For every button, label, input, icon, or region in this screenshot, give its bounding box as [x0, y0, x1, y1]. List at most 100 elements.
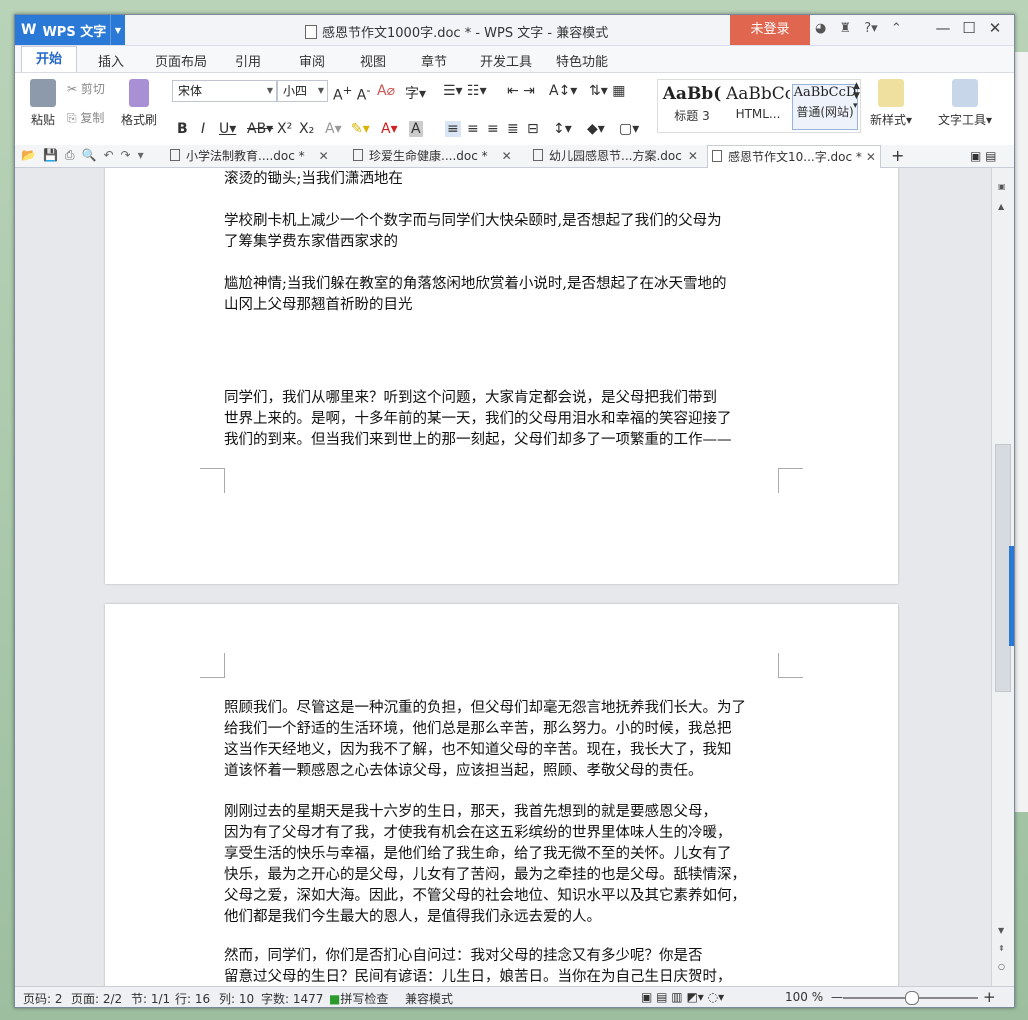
page2-para-2: 刚刚过去的星期天是我十六岁的生日，那天，我首先想到的就是要感恩父母， 因为有了父…	[224, 804, 746, 925]
doc-icon	[170, 149, 180, 161]
style-heading3[interactable]: AaBb(标题 3	[660, 84, 724, 128]
print-icon[interactable]: ⎙	[65, 148, 75, 162]
spell-check-button[interactable]: ■拼写检查	[329, 990, 388, 1007]
collapse-icon[interactable]: ⌃	[891, 21, 902, 36]
text-tools-button[interactable]: 文字工具▾	[935, 73, 995, 128]
minimize-icon[interactable]: —	[930, 19, 956, 37]
zoom-in-icon[interactable]: +	[983, 988, 996, 1006]
indent-icon[interactable]: ⇤ ⇥	[507, 83, 535, 99]
tab-references[interactable]: 引用	[235, 51, 261, 70]
scroll-up-icon[interactable]: ▲	[998, 202, 1004, 211]
tab-page-layout[interactable]: 页面布局	[155, 51, 207, 70]
chevron-down-icon[interactable]: ▼	[110, 15, 125, 45]
cut-button[interactable]: ✂ 剪切	[67, 80, 105, 97]
select-browse-icon[interactable]: ○	[998, 962, 1005, 971]
style-normal-web[interactable]: AaBbCcD 普通(网站)	[792, 84, 858, 130]
close-tab-icon[interactable]: ✕	[502, 149, 512, 163]
new-style-button[interactable]: 新样式▾	[867, 73, 915, 128]
doc-tab-2[interactable]: 珍爱生命健康....doc * ✕	[353, 145, 512, 167]
maximize-icon[interactable]: ☐	[956, 19, 982, 37]
skin-icon[interactable]: ◕	[815, 21, 826, 36]
qa-more-icon[interactable]: ▾	[138, 148, 144, 162]
page1-text-2: 学校刷卡机上减少一个个数字而与同学们大快朵颐时,是否想起了我们的父母为 了筹集学…	[224, 213, 722, 250]
new-tab-button[interactable]: +	[891, 145, 904, 167]
phonetic-icon[interactable]: 字▾	[405, 83, 426, 103]
open-icon[interactable]: 📂	[21, 148, 36, 162]
side-panel-toggle[interactable]	[1009, 546, 1014, 646]
style-scroll-icon[interactable]: ▲ ▼ ▾	[853, 81, 860, 111]
preview-icon[interactable]: 🔍	[82, 148, 97, 162]
italic-button[interactable]: I	[201, 121, 205, 137]
clear-format-icon[interactable]: A⌀	[377, 83, 395, 99]
bold-button[interactable]: B	[177, 121, 188, 137]
zoom-out-icon[interactable]: —	[831, 990, 843, 1004]
text-tools-icon	[952, 79, 978, 107]
superscript-button[interactable]: X²	[277, 121, 292, 137]
text-effect-icon[interactable]: A▾	[325, 121, 342, 137]
char-shading-icon[interactable]: A	[409, 121, 423, 137]
underline-button[interactable]: U▾	[219, 121, 236, 137]
tab-review[interactable]: 审阅	[299, 51, 325, 70]
prev-page-icon[interactable]: ⇞	[998, 944, 1005, 953]
tab-features[interactable]: 特色功能	[556, 51, 608, 70]
close-tab-icon[interactable]: ✕	[688, 149, 698, 163]
zoom-level[interactable]: 100 %	[785, 990, 823, 1004]
save-icon[interactable]: 💾	[43, 148, 58, 162]
tab-view[interactable]: 视图	[360, 51, 386, 70]
doc-tab-1[interactable]: 小学法制教育....doc * ✕	[170, 145, 329, 167]
scroll-down-icon[interactable]: ▼	[998, 926, 1004, 935]
bullets-icon[interactable]: ☰▾ ☷▾	[443, 83, 487, 99]
style-html[interactable]: AaBbCc HTML...	[726, 84, 790, 128]
borders-icon[interactable]: ▢▾	[619, 121, 639, 137]
sort-icon[interactable]: ⇅▾ ▦	[589, 83, 625, 99]
text-direction-icon[interactable]: A↕▾	[549, 83, 577, 99]
undo-icon[interactable]: ↶	[103, 148, 113, 162]
highlight-icon[interactable]: ✎▾	[351, 121, 370, 137]
margin-corner	[778, 468, 803, 493]
align-right-button[interactable]: ≡	[487, 121, 499, 137]
close-tab-icon[interactable]: ✕	[319, 149, 329, 163]
close-icon[interactable]: ✕	[982, 19, 1008, 37]
subscript-button[interactable]: X₂	[299, 121, 314, 137]
grow-shrink-font[interactable]: A+ A-	[333, 83, 371, 104]
font-color-icon[interactable]: A▾	[381, 121, 398, 137]
shirt-icon[interactable]: ♜	[839, 21, 851, 36]
view-mode-icons[interactable]: ▣ ▤ ▥ ◩▾ ◌▾	[641, 990, 724, 1004]
distribute-button[interactable]: ⊟	[527, 121, 539, 137]
help-icon[interactable]: ?▾	[864, 21, 877, 36]
tab-chapter[interactable]: 章节	[421, 51, 447, 70]
new-style-icon	[878, 79, 904, 107]
document-workspace[interactable]: 滚烫的锄头;当我们潇洒地在 学校刷卡机上减少一个个数字而与同学们大快朵颐时,是否…	[15, 168, 991, 986]
line-spacing-icon[interactable]: ↕▾	[553, 121, 572, 137]
scroll-top-icon[interactable]: ▣	[998, 182, 1006, 191]
copy-button[interactable]: ⎘ 复制	[67, 109, 104, 126]
window-controls: — ☐ ✕	[930, 19, 1008, 37]
tab-list-icon[interactable]: ▣ ▤	[970, 145, 997, 167]
tab-insert[interactable]: 插入	[98, 51, 124, 70]
tab-home[interactable]: 开始	[21, 46, 78, 73]
doc-icon	[353, 149, 363, 161]
align-left-button[interactable]: ≡	[445, 121, 461, 137]
strikethrough-button[interactable]: AB▾	[247, 121, 273, 137]
page2-para-3: 然而，同学们，你们是否扪心自问过：我对父母的挂念又有多少呢？你是否 留意过父母的…	[224, 948, 732, 985]
status-words[interactable]: 字数: 1477	[261, 990, 323, 1007]
close-tab-icon[interactable]: ✕	[866, 150, 876, 164]
format-painter-button[interactable]: 格式刷	[118, 73, 160, 128]
font-size-select[interactable]: 小四 ▼	[277, 80, 328, 102]
align-center-button[interactable]: ≡	[467, 121, 479, 137]
doc-tab-3[interactable]: 幼儿园感恩节...方案.doc ✕	[533, 145, 698, 167]
tab-developer[interactable]: 开发工具	[480, 51, 532, 70]
login-button[interactable]: 未登录	[730, 15, 810, 45]
shading-icon[interactable]: ◆▾	[587, 121, 605, 137]
font-name-select[interactable]: 宋体 ▼	[172, 80, 277, 102]
app-menu-button[interactable]: W WPS 文字 ▼	[15, 15, 125, 45]
redo-icon[interactable]: ↷	[121, 148, 131, 162]
margin-corner	[200, 468, 225, 493]
doc-tab-active[interactable]: 感恩节作文10...字.doc * ✕	[707, 145, 881, 169]
paste-button[interactable]: 粘贴	[23, 73, 63, 128]
zoom-slider-knob[interactable]	[905, 991, 919, 1005]
page2-para-1: 照顾我们。尽管这是一种沉重的负担，但父母们却毫无怨言地抚养我们长大。为了 给我们…	[224, 700, 746, 779]
status-pages: 页面: 2/2	[71, 992, 123, 1006]
page-1: 滚烫的锄头;当我们潇洒地在 学校刷卡机上减少一个个数字而与同学们大快朵颐时,是否…	[105, 168, 898, 584]
justify-button[interactable]: ≣	[507, 121, 519, 137]
